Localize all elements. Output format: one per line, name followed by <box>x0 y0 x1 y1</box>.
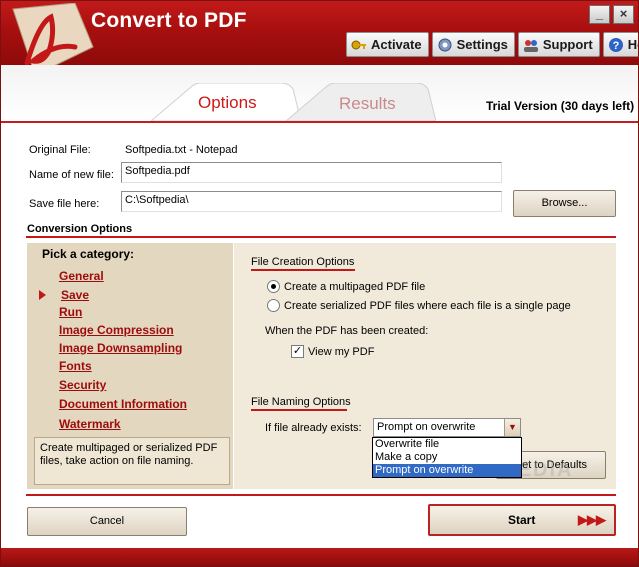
people-icon <box>523 39 538 52</box>
toolbar: Activate Settings Support ? Help <box>346 32 638 58</box>
new-name-input[interactable]: Softpedia.pdf <box>121 162 502 183</box>
original-file-value: Softpedia.txt - Notepad <box>125 144 238 156</box>
category-document-information[interactable]: Document Information <box>59 397 187 411</box>
app-title: Convert to PDF <box>91 9 247 32</box>
section-divider <box>26 236 616 238</box>
category-fonts[interactable]: Fonts <box>59 359 92 373</box>
multipaged-label: Create a multipaged PDF file <box>284 281 426 293</box>
conversion-options-title: Conversion Options <box>27 223 133 235</box>
gear-icon <box>438 38 452 51</box>
close-button[interactable]: × <box>613 5 634 24</box>
option-prompt-overwrite[interactable]: Prompt on overwrite <box>373 464 521 477</box>
cancel-button[interactable]: Cancel <box>27 507 187 536</box>
category-save[interactable]: Save <box>61 288 89 302</box>
option-overwrite-file[interactable]: Overwrite file <box>373 438 521 451</box>
file-creation-underline <box>251 269 355 271</box>
view-pdf-label: View my PDF <box>308 346 375 358</box>
category-security[interactable]: Security <box>59 378 106 392</box>
forward-arrows-icon: ▶▶▶ <box>578 512 606 527</box>
file-exists-label: If file already exists: <box>265 422 362 434</box>
start-label: Start <box>508 513 536 527</box>
multipaged-radio[interactable] <box>267 280 280 293</box>
activate-button[interactable]: Activate <box>346 32 429 57</box>
save-location-label: Save file here: <box>29 198 100 210</box>
category-general[interactable]: General <box>59 269 104 283</box>
category-run[interactable]: Run <box>59 305 82 319</box>
support-label: Support <box>542 37 593 52</box>
activate-label: Activate <box>371 37 422 52</box>
chevron-down-icon[interactable]: ▼ <box>504 419 520 436</box>
category-description: Create multipaged or serialized PDF file… <box>34 437 230 485</box>
after-created-label: When the PDF has been created: <box>265 325 429 337</box>
settings-label: Settings <box>456 37 508 52</box>
minimize-button[interactable]: _ <box>589 5 610 24</box>
tab-results[interactable]: Results <box>339 94 396 114</box>
category-image-compression[interactable]: Image Compression <box>59 323 174 337</box>
category-watermark[interactable]: Watermark <box>59 417 121 431</box>
help-label: Help <box>627 37 638 52</box>
start-button[interactable]: Start ▶▶▶ <box>428 504 616 536</box>
help-icon: ? <box>608 37 623 52</box>
file-exists-dropdown: Overwrite file Make a copy Prompt on ove… <box>372 437 522 478</box>
file-creation-title: File Creation Options <box>251 256 355 268</box>
selected-arrow-icon <box>39 290 46 300</box>
save-location-input[interactable]: C:\Softpedia\ <box>121 191 502 212</box>
support-button[interactable]: Support <box>517 32 600 57</box>
view-pdf-checkbox[interactable]: ✓ <box>291 345 304 358</box>
file-exists-selected: Prompt on overwrite <box>377 421 476 433</box>
new-name-label: Name of new file: <box>29 169 114 181</box>
title-bar: Convert to PDF _ × Activate Settings Sup… <box>1 1 638 76</box>
footer-bar <box>1 548 638 566</box>
app-window: Convert to PDF _ × Activate Settings Sup… <box>0 0 639 567</box>
settings-button[interactable]: Settings <box>431 32 515 57</box>
file-naming-title: File Naming Options <box>251 396 351 408</box>
browse-button[interactable]: Browse... <box>513 190 616 217</box>
serialized-label: Create serialized PDF files where each f… <box>284 300 571 312</box>
pick-category-label: Pick a category: <box>42 247 135 261</box>
svg-text:?: ? <box>612 40 619 52</box>
help-button[interactable]: ? Help <box>602 32 638 57</box>
option-make-copy[interactable]: Make a copy <box>373 451 521 464</box>
serialized-radio[interactable] <box>267 299 280 312</box>
footer-divider <box>26 494 616 496</box>
trial-status: Trial Version (30 days left) <box>486 99 635 113</box>
key-icon <box>351 40 366 49</box>
file-naming-underline <box>251 409 347 411</box>
file-exists-select[interactable]: Prompt on overwrite ▼ <box>373 418 521 437</box>
original-file-label: Original File: <box>29 144 91 156</box>
header-divider <box>1 121 638 123</box>
tab-options[interactable]: Options <box>198 93 257 113</box>
category-image-downsampling[interactable]: Image Downsampling <box>59 341 182 355</box>
